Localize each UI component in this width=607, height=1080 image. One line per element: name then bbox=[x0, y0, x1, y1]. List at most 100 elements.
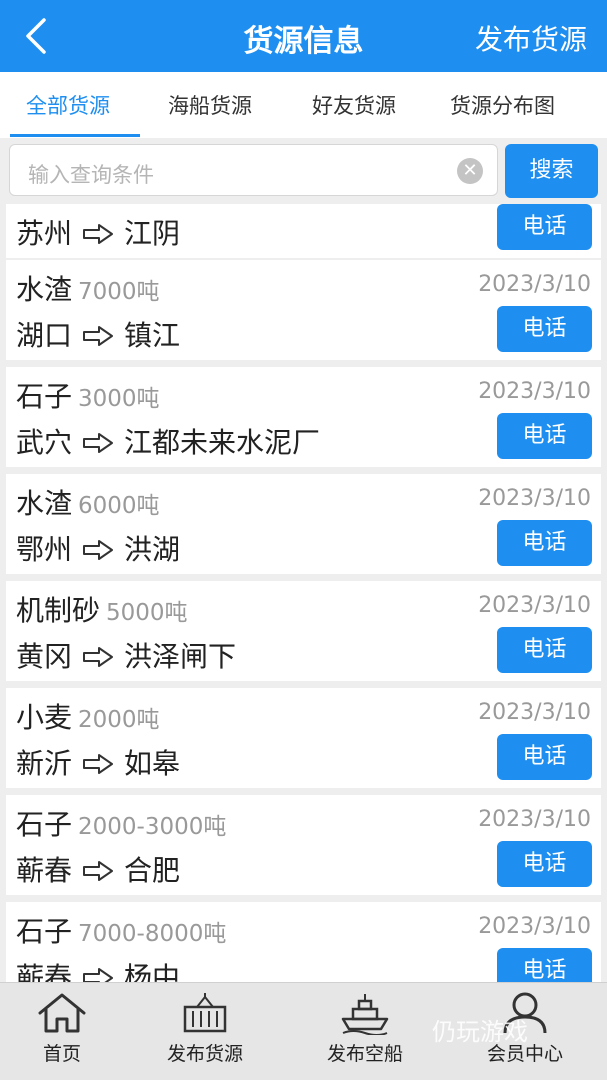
publish-cargo-link[interactable]: 发布货源 bbox=[475, 18, 587, 58]
search-placeholder: 输入查询条件 bbox=[28, 163, 154, 187]
arrow-right-icon bbox=[82, 963, 114, 982]
route: 蕲春 合肥 bbox=[16, 849, 180, 889]
cargo-name: 水渣 bbox=[16, 273, 73, 306]
app-header: 货源信息 发布货源 bbox=[0, 0, 607, 72]
cargo-list[interactable]: 苏州 江阴 电话 水渣 7000吨 2023/3/10 湖口 镇江 电话 石子 3000… bbox=[0, 204, 607, 982]
arrow-right-icon bbox=[82, 749, 114, 782]
cargo-quantity: 2000吨 bbox=[78, 707, 160, 733]
call-button[interactable]: 电话 bbox=[497, 627, 592, 673]
call-button[interactable]: 电话 bbox=[497, 520, 592, 566]
destination: 杨中 bbox=[124, 961, 181, 982]
arrow-right-icon bbox=[82, 428, 114, 461]
route: 新沂 如皋 bbox=[16, 742, 180, 782]
origin: 湖口 bbox=[16, 319, 73, 352]
cargo-name: 小麦 bbox=[16, 701, 73, 734]
list-item[interactable]: 石子 2000-3000吨 2023/3/10 蕲春 合肥 电话 bbox=[6, 795, 601, 895]
route: 蕲春 杨中 bbox=[16, 956, 180, 982]
origin: 蕲春 bbox=[16, 961, 73, 982]
cargo-name: 石子 bbox=[16, 808, 73, 841]
cargo-type: 水渣 7000吨 bbox=[16, 268, 160, 308]
list-item[interactable]: 石子 3000吨 2023/3/10 武穴 江都未来水泥厂 电话 bbox=[6, 367, 601, 467]
route: 武穴 江都未来水泥厂 bbox=[16, 421, 320, 461]
list-item[interactable]: 水渣 7000吨 2023/3/10 湖口 镇江 电话 bbox=[6, 260, 601, 360]
post-date: 2023/3/10 bbox=[478, 700, 591, 725]
cargo-quantity: 7000吨 bbox=[78, 279, 160, 305]
nav-publish-cargo[interactable]: 发布货源 bbox=[158, 991, 252, 1066]
cargo-quantity: 2000-3000吨 bbox=[78, 814, 227, 840]
search-bar: 输入查询条件 ✕ 搜索 bbox=[0, 138, 607, 204]
call-button[interactable]: 电话 bbox=[497, 204, 592, 250]
post-date: 2023/3/10 bbox=[478, 486, 591, 511]
cargo-name: 机制砂 bbox=[16, 594, 101, 627]
post-date: 2023/3/10 bbox=[478, 914, 591, 939]
call-button[interactable]: 电话 bbox=[497, 413, 592, 459]
list-item[interactable]: 水渣 6000吨 2023/3/10 鄂州 洪湖 电话 bbox=[6, 474, 601, 574]
nav-label: 发布空船 bbox=[326, 1043, 403, 1065]
call-button[interactable]: 电话 bbox=[497, 948, 592, 982]
active-tab-indicator bbox=[10, 134, 140, 137]
tab-friend-cargo[interactable]: 好友货源 bbox=[312, 90, 396, 120]
ship-icon bbox=[341, 994, 389, 1035]
origin: 鄂州 bbox=[16, 533, 73, 566]
call-button[interactable]: 电话 bbox=[497, 306, 592, 352]
cargo-quantity: 5000吨 bbox=[106, 600, 188, 626]
tab-sea-ship-cargo[interactable]: 海船货源 bbox=[168, 90, 252, 120]
post-date: 2023/3/10 bbox=[478, 593, 591, 618]
clear-icon[interactable]: ✕ bbox=[457, 158, 483, 184]
nav-label: 发布货源 bbox=[166, 1043, 243, 1065]
arrow-right-icon bbox=[82, 642, 114, 675]
destination: 洪泽闸下 bbox=[124, 640, 237, 673]
route: 黄冈 洪泽闸下 bbox=[16, 635, 236, 675]
list-item[interactable]: 石子 7000-8000吨 2023/3/10 蕲春 杨中 电话 bbox=[6, 902, 601, 982]
home-icon bbox=[38, 993, 86, 1033]
destination: 合肥 bbox=[124, 854, 181, 887]
cargo-type: 石子 7000-8000吨 bbox=[16, 910, 226, 950]
origin: 蕲春 bbox=[16, 854, 73, 887]
post-date: 2023/3/10 bbox=[478, 272, 591, 297]
cargo-quantity: 3000吨 bbox=[78, 386, 160, 412]
post-date: 2023/3/10 bbox=[478, 807, 591, 832]
destination: 江都未来水泥厂 bbox=[124, 426, 321, 459]
cargo-type: 机制砂 5000吨 bbox=[16, 589, 188, 629]
search-input[interactable]: 输入查询条件 ✕ bbox=[9, 144, 498, 196]
cargo-type: 小麦 2000吨 bbox=[16, 696, 160, 736]
origin: 黄冈 bbox=[16, 640, 73, 673]
arrow-right-icon bbox=[82, 219, 114, 252]
origin: 苏州 bbox=[16, 217, 73, 250]
origin: 武穴 bbox=[16, 426, 73, 459]
arrow-right-icon bbox=[82, 856, 114, 889]
destination: 江阴 bbox=[124, 217, 181, 250]
list-item[interactable]: 小麦 2000吨 2023/3/10 新沂 如皋 电话 bbox=[6, 688, 601, 788]
nav-publish-empty-ship[interactable]: 发布空船 bbox=[318, 991, 412, 1066]
call-button[interactable]: 电话 bbox=[497, 841, 592, 887]
cargo-type: 石子 3000吨 bbox=[16, 375, 160, 415]
tab-bar: 全部货源 海船货源 好友货源 货源分布图 bbox=[0, 72, 607, 138]
route: 湖口 镇江 bbox=[16, 314, 180, 354]
container-icon bbox=[183, 993, 227, 1033]
route: 鄂州 洪湖 bbox=[16, 528, 180, 568]
watermark: 仍玩游戏 bbox=[432, 1018, 528, 1046]
cargo-name: 石子 bbox=[16, 915, 73, 948]
arrow-right-icon bbox=[82, 321, 114, 354]
cargo-type: 水渣 6000吨 bbox=[16, 482, 160, 522]
search-button[interactable]: 搜索 bbox=[505, 144, 598, 198]
cargo-quantity: 6000吨 bbox=[78, 493, 160, 519]
cargo-quantity: 7000-8000吨 bbox=[78, 921, 227, 947]
cargo-name: 石子 bbox=[16, 380, 73, 413]
origin: 新沂 bbox=[16, 747, 73, 780]
destination: 洪湖 bbox=[124, 533, 181, 566]
list-item[interactable]: 机制砂 5000吨 2023/3/10 黄冈 洪泽闸下 电话 bbox=[6, 581, 601, 681]
destination: 如皋 bbox=[124, 747, 181, 780]
destination: 镇江 bbox=[124, 319, 181, 352]
cargo-name: 水渣 bbox=[16, 487, 73, 520]
route: 苏州 江阴 bbox=[16, 212, 180, 252]
tab-cargo-map[interactable]: 货源分布图 bbox=[450, 90, 555, 120]
list-item: 苏州 江阴 电话 bbox=[6, 204, 601, 258]
call-button[interactable]: 电话 bbox=[497, 734, 592, 780]
arrow-right-icon bbox=[82, 535, 114, 568]
tab-all-cargo[interactable]: 全部货源 bbox=[26, 90, 110, 120]
post-date: 2023/3/10 bbox=[478, 379, 591, 404]
nav-label: 首页 bbox=[42, 1043, 81, 1065]
nav-home[interactable]: 首页 bbox=[30, 991, 94, 1066]
cargo-type: 石子 2000-3000吨 bbox=[16, 803, 226, 843]
